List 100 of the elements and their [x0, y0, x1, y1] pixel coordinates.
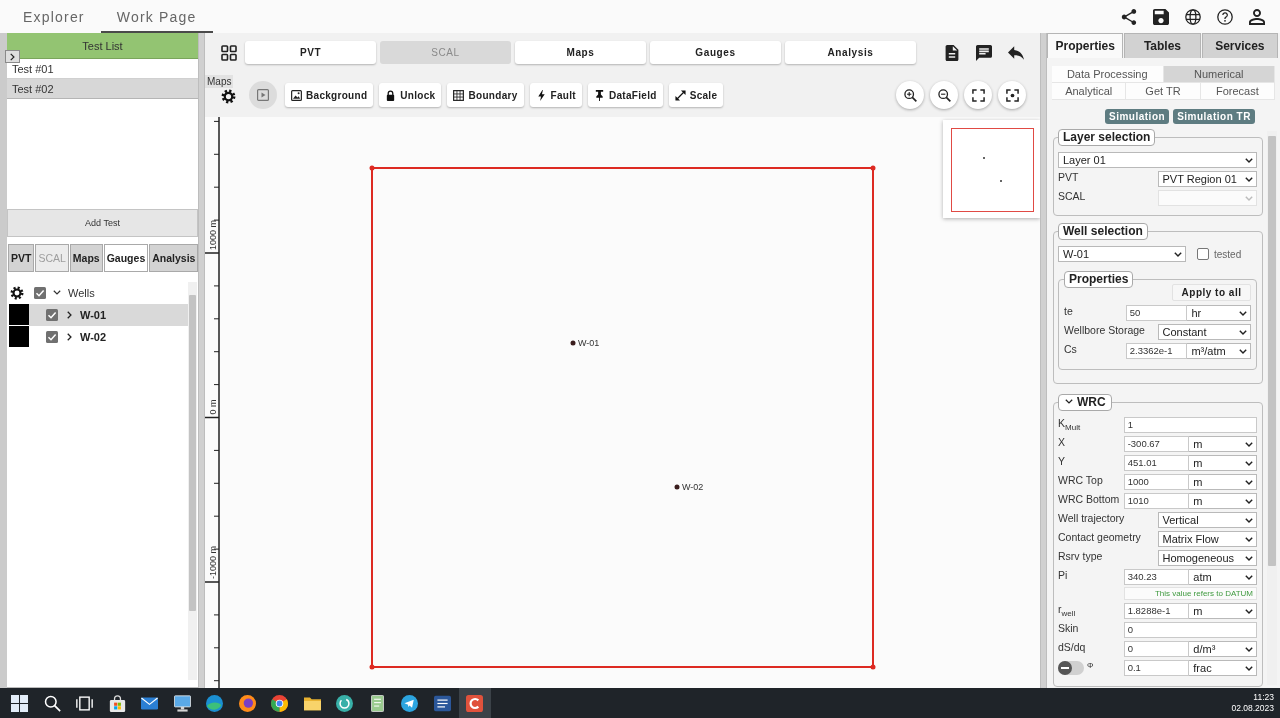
input-field[interactable]: 340.23: [1123, 569, 1190, 585]
dropdown[interactable]: PVT Region 01: [1157, 171, 1257, 187]
color-swatch[interactable]: [9, 304, 29, 325]
test-list-item[interactable]: Test #02: [7, 79, 198, 99]
dropdown[interactable]: Vertical: [1157, 512, 1257, 528]
dropdown[interactable]: m: [1189, 455, 1257, 471]
comment-icon[interactable]: [976, 44, 992, 61]
dropdown[interactable]: Layer 01: [1058, 152, 1257, 168]
fullscreen-button[interactable]: [964, 81, 992, 109]
minimap[interactable]: [943, 120, 1040, 218]
dropdown[interactable]: Matrix Flow: [1157, 531, 1257, 547]
settings-icon[interactable]: [221, 88, 236, 104]
input-field[interactable]: 1: [1123, 417, 1257, 433]
grid-icon[interactable]: [221, 44, 237, 61]
center-focus-button[interactable]: [998, 81, 1026, 109]
expand-button[interactable]: [5, 50, 20, 63]
input-field[interactable]: -300.67: [1123, 436, 1190, 452]
scrollbar[interactable]: [188, 282, 197, 680]
nav-tab[interactable]: Explorer: [7, 0, 101, 33]
tab[interactable]: Tables: [1124, 33, 1201, 58]
tool-button[interactable]: Fault: [529, 83, 582, 107]
simulation-button[interactable]: Simulation TR: [1173, 109, 1255, 124]
add-test-button[interactable]: Add Test: [7, 209, 198, 237]
dropdown[interactable]: m: [1189, 493, 1257, 509]
well-name: W-02: [80, 331, 107, 343]
scrollbar-thumb[interactable]: [189, 295, 196, 611]
taskbar-button[interactable]: [458, 688, 491, 718]
well-row[interactable]: W-02: [29, 326, 188, 348]
user-icon[interactable]: [1249, 8, 1265, 25]
tool-button[interactable]: Scale: [668, 83, 724, 107]
dropdown[interactable]: W-01: [1058, 246, 1186, 262]
dropdown[interactable]: m³/atm: [1187, 343, 1251, 359]
tool-button[interactable]: Unlock: [379, 83, 442, 107]
input-field[interactable]: 451.01: [1123, 455, 1190, 471]
dropdown[interactable]: m: [1189, 436, 1257, 452]
chevron-down-icon[interactable]: [53, 290, 61, 295]
settings-icon[interactable]: [10, 285, 24, 300]
dropdown[interactable]: Constant: [1157, 324, 1251, 340]
share-icon[interactable]: [1121, 8, 1137, 25]
tab[interactable]: PVT: [245, 41, 376, 64]
dropdown[interactable]: d/m³: [1189, 641, 1257, 657]
tab[interactable]: Get TR: [1126, 83, 1201, 100]
tab[interactable]: Gauges: [103, 244, 149, 272]
simulation-button[interactable]: Simulation: [1105, 109, 1170, 124]
play-button[interactable]: [249, 81, 277, 109]
dropdown[interactable]: frac: [1189, 660, 1257, 676]
tab[interactable]: Numerical: [1163, 66, 1275, 83]
tab[interactable]: Maps: [515, 41, 646, 64]
input-field[interactable]: 1.8288e-1: [1123, 603, 1190, 619]
tab[interactable]: Forecast: [1200, 83, 1275, 100]
input-field[interactable]: 1010: [1123, 493, 1190, 509]
input-field[interactable]: 0: [1123, 641, 1190, 657]
input-field[interactable]: 50: [1125, 305, 1188, 321]
well-label: W-02: [682, 482, 704, 492]
globe-icon[interactable]: [1185, 8, 1201, 25]
tab[interactable]: Maps: [69, 244, 103, 272]
tab[interactable]: Analytical: [1052, 83, 1127, 100]
input-field[interactable]: 1000: [1123, 474, 1190, 490]
chevron-right-icon[interactable]: [67, 311, 72, 319]
well-marker[interactable]: [674, 484, 680, 490]
dropdown[interactable]: Homogeneous: [1157, 550, 1257, 566]
tab[interactable]: Services: [1201, 33, 1278, 58]
checkbox[interactable]: [46, 309, 58, 321]
checkbox[interactable]: [46, 331, 58, 343]
document-icon[interactable]: [944, 44, 960, 61]
chevron-right-icon[interactable]: [67, 333, 72, 341]
input-field[interactable]: 0: [1123, 622, 1257, 638]
tab[interactable]: Gauges: [650, 41, 781, 64]
input-field[interactable]: 0.1: [1123, 660, 1190, 676]
checkbox[interactable]: [34, 286, 46, 299]
tool-button[interactable]: Boundary: [447, 83, 524, 107]
map-canvas[interactable]: 1000 m 0 m -1000 m W-01 W-02: [205, 117, 1040, 688]
color-swatch[interactable]: [9, 326, 29, 347]
input-field[interactable]: 2.3362e-1: [1125, 343, 1188, 359]
help-icon[interactable]: [1217, 8, 1233, 25]
tab[interactable]: Analysis: [785, 41, 916, 64]
tab[interactable]: Properties: [1047, 33, 1124, 58]
checkbox[interactable]: [1197, 248, 1209, 260]
dropdown[interactable]: m: [1189, 603, 1257, 619]
section-toggle[interactable]: WRC: [1058, 394, 1112, 411]
tab[interactable]: Analysis: [149, 244, 199, 272]
scrollbar-thumb[interactable]: [1268, 136, 1276, 566]
dropdown[interactable]: hr: [1187, 305, 1251, 321]
well-row[interactable]: W-01: [29, 304, 188, 326]
ruler-label: 1000 m: [208, 219, 218, 250]
save-icon[interactable]: [1153, 8, 1169, 25]
chevron-down-icon: [1245, 536, 1253, 542]
zoom-in-button[interactable]: [896, 81, 924, 109]
tool-button[interactable]: DataField: [587, 83, 663, 107]
tab[interactable]: PVT: [8, 244, 35, 272]
tab[interactable]: Data Processing: [1052, 66, 1164, 83]
well-marker[interactable]: [570, 340, 576, 346]
tool-button[interactable]: Background: [285, 83, 374, 107]
apply-to-all-button[interactable]: Apply to all: [1172, 284, 1251, 301]
dropdown[interactable]: atm: [1189, 569, 1257, 585]
scrollbar[interactable]: [1267, 131, 1277, 685]
dropdown[interactable]: m: [1189, 474, 1257, 490]
zoom-out-button[interactable]: [930, 81, 958, 109]
toggle-switch[interactable]: [1058, 661, 1084, 675]
curved-arrow-icon[interactable]: [1008, 44, 1024, 61]
